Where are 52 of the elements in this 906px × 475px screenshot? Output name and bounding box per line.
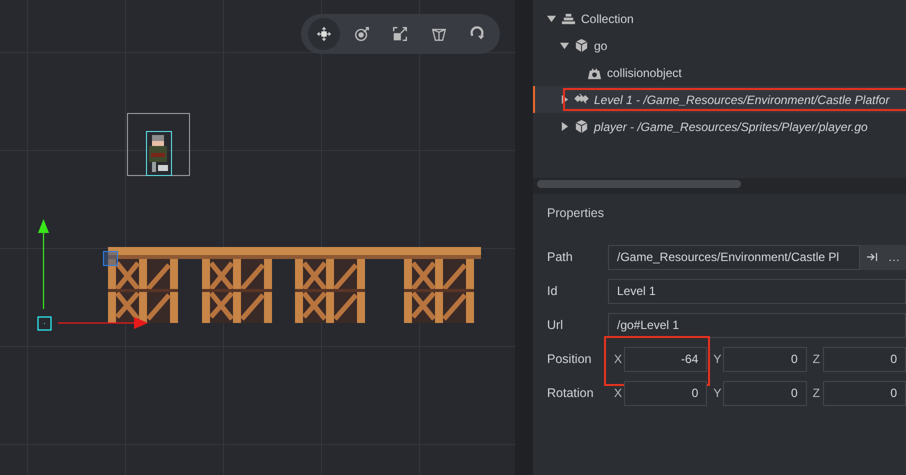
scrollbar-thumb[interactable] <box>537 180 741 188</box>
number-field[interactable]: -64 <box>624 346 708 372</box>
axis-label: X <box>613 352 624 366</box>
tree-item-label: go <box>594 38 608 52</box>
property-label: Rotation <box>547 386 595 400</box>
expand-arrow-icon[interactable] <box>560 41 569 50</box>
tree-item[interactable]: Level 1 - /Game_Resources/Environment/Castle Platfor <box>533 86 906 113</box>
tree-item[interactable]: player - /Game_Resources/Sprites/Player/player.go <box>533 113 906 140</box>
axis-label: Z <box>812 352 821 366</box>
property-label: Id <box>547 284 558 298</box>
cube-icon <box>574 119 589 134</box>
character-sprite-drawing <box>146 131 172 176</box>
panel-title: Properties <box>547 206 605 220</box>
tree-item[interactable]: Collection <box>533 5 906 32</box>
tool-button[interactable] <box>308 18 340 50</box>
origin-handle[interactable] <box>37 316 52 331</box>
property-label: Url <box>547 318 564 332</box>
pivot-marker <box>103 251 118 266</box>
property-label: Path <box>547 250 574 264</box>
collapse-arrow-icon[interactable] <box>560 122 569 131</box>
collapse-arrow-icon[interactable] <box>560 95 569 104</box>
tree-item-label: Collection <box>581 12 634 26</box>
text-field[interactable]: Level 1 <box>608 278 906 304</box>
tree-item[interactable]: collisionobject <box>533 59 906 86</box>
number-field[interactable]: 0 <box>822 380 906 406</box>
scene-viewport[interactable] <box>0 0 515 475</box>
path-field[interactable]: /Game_Resources/Environment/Castle Pl <box>608 244 860 270</box>
expand-arrow-icon[interactable] <box>547 14 556 23</box>
jump-button[interactable] <box>866 252 878 262</box>
browse-button[interactable]: … <box>888 250 900 264</box>
rotate-icon <box>353 25 372 43</box>
number-field[interactable]: 0 <box>723 346 807 372</box>
tree-item[interactable]: go <box>533 32 906 59</box>
number-field[interactable]: 0 <box>822 346 906 372</box>
arrow-to-bar-icon <box>866 252 878 262</box>
weight-icon <box>587 65 602 80</box>
tree-item-label: Level 1 - /Game_Resources/Environment/Castle Platfor <box>594 92 890 106</box>
tree-item-label: collisionobject <box>607 66 682 80</box>
tree-item-label: player - /Game_Resources/Sprites/Player/player.go <box>594 120 868 134</box>
property-label: Position <box>547 352 592 366</box>
scale-icon <box>391 25 410 43</box>
selection-box <box>127 113 190 176</box>
axis-label: Y <box>712 352 722 366</box>
number-field[interactable]: 0 <box>624 380 708 406</box>
cube-icon <box>574 38 589 53</box>
axis-label: X <box>613 386 624 400</box>
stacked-blocks-icon <box>561 11 576 26</box>
axis-label: Z <box>812 386 821 400</box>
number-field[interactable]: 0 <box>723 380 807 406</box>
move-icon <box>315 25 334 43</box>
axis-label: Y <box>712 386 722 400</box>
text-field[interactable]: /go#Level 1 <box>608 312 906 338</box>
